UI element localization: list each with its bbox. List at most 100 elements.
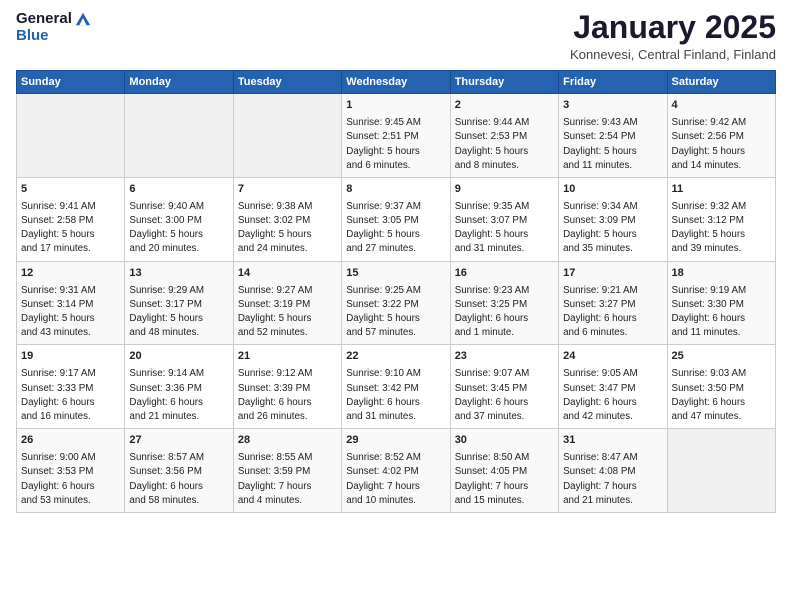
col-header-thursday: Thursday	[450, 71, 558, 94]
day-detail: Sunrise: 9:12 AM Sunset: 3:39 PM Dayligh…	[238, 367, 337, 424]
day-detail: Sunrise: 9:40 AM Sunset: 3:00 PM Dayligh…	[129, 200, 228, 257]
day-number: 10	[563, 182, 662, 198]
calendar-header-row: SundayMondayTuesdayWednesdayThursdayFrid…	[17, 71, 776, 94]
col-header-tuesday: Tuesday	[233, 71, 341, 94]
day-detail: Sunrise: 9:00 AM Sunset: 3:53 PM Dayligh…	[21, 451, 120, 508]
calendar-week-2: 5Sunrise: 9:41 AM Sunset: 2:58 PM Daylig…	[17, 177, 776, 261]
calendar-cell: 12Sunrise: 9:31 AM Sunset: 3:14 PM Dayli…	[17, 261, 125, 345]
day-detail: Sunrise: 8:57 AM Sunset: 3:56 PM Dayligh…	[129, 451, 228, 508]
calendar-cell	[233, 94, 341, 178]
calendar-cell	[125, 94, 233, 178]
calendar-cell: 19 Sunrise: 9:17 AM Sunset: 3:33 PM Dayli…	[17, 345, 125, 429]
day-detail: Sunrise: 9:03 AM Sunset: 3:50 PM Dayligh…	[672, 367, 771, 424]
calendar-cell: 30 Sunrise: 8:50 AM Sunset: 4:05 PM Dayli…	[450, 429, 558, 513]
calendar-cell: 21 Sunrise: 9:12 AM Sunset: 3:39 PM Dayli…	[233, 345, 341, 429]
calendar-cell: 26 Sunrise: 9:00 AM Sunset: 3:53 PM Dayli…	[17, 429, 125, 513]
day-detail: Sunrise: 8:55 AM Sunset: 3:59 PM Dayligh…	[238, 451, 337, 508]
day-detail: Sunrise: 9:07 AM Sunset: 3:45 PM Dayligh…	[455, 367, 554, 424]
day-detail: Sunrise: 9:45 AM Sunset: 2:51 PM Dayligh…	[346, 116, 445, 173]
calendar-cell: 8 Sunrise: 9:37 AM Sunset: 3:05 PM Daylig…	[342, 177, 450, 261]
day-number: 3	[563, 98, 662, 114]
calendar-cell: 6 Sunrise: 9:40 AM Sunset: 3:00 PM Daylig…	[125, 177, 233, 261]
day-detail: Sunrise: 9:17 AM Sunset: 3:33 PM Dayligh…	[21, 367, 120, 424]
day-number: 25	[672, 349, 771, 365]
day-number: 30	[455, 433, 554, 449]
day-number: 17	[563, 266, 662, 282]
title-location: Konnevesi, Central Finland, Finland	[570, 47, 776, 62]
day-number: 26	[21, 433, 120, 449]
calendar-cell: 10 Sunrise: 9:34 AM Sunset: 3:09 PM Dayli…	[559, 177, 667, 261]
calendar-cell: 23 Sunrise: 9:07 AM Sunset: 3:45 PM Dayli…	[450, 345, 558, 429]
page: General Blue January 2025 Konnevesi, Cen…	[0, 0, 792, 612]
calendar-cell: 3 Sunrise: 9:43 AM Sunset: 2:54 PM Daylig…	[559, 94, 667, 178]
day-detail: Sunrise: 9:25 AM Sunset: 3:22 PM Dayligh…	[346, 284, 445, 341]
logo-blue: Blue	[16, 28, 49, 45]
day-detail: Sunrise: 9:44 AM Sunset: 2:53 PM Dayligh…	[455, 116, 554, 173]
day-number: 11	[672, 182, 771, 198]
calendar-week-4: 19 Sunrise: 9:17 AM Sunset: 3:33 PM Dayli…	[17, 345, 776, 429]
day-detail: Sunrise: 9:35 AM Sunset: 3:07 PM Dayligh…	[455, 200, 554, 257]
day-number: 2	[455, 98, 554, 114]
calendar-cell: 20Sunrise: 9:14 AM Sunset: 3:36 PM Dayli…	[125, 345, 233, 429]
calendar-cell: 29 Sunrise: 8:52 AM Sunset: 4:02 PM Dayli…	[342, 429, 450, 513]
day-detail: Sunrise: 9:43 AM Sunset: 2:54 PM Dayligh…	[563, 116, 662, 173]
day-detail: Sunrise: 9:37 AM Sunset: 3:05 PM Dayligh…	[346, 200, 445, 257]
day-number: 24	[563, 349, 662, 365]
calendar-cell: 15 Sunrise: 9:25 AM Sunset: 3:22 PM Dayli…	[342, 261, 450, 345]
logo: General Blue	[16, 10, 92, 45]
day-number: 15	[346, 266, 445, 282]
calendar-cell: 27 Sunrise: 8:57 AM Sunset: 3:56 PM Dayli…	[125, 429, 233, 513]
day-detail: Sunrise: 9:21 AM Sunset: 3:27 PM Dayligh…	[563, 284, 662, 341]
calendar-cell: 1Sunrise: 9:45 AM Sunset: 2:51 PM Daylig…	[342, 94, 450, 178]
logo-icon	[74, 10, 92, 28]
calendar-cell: 25 Sunrise: 9:03 AM Sunset: 3:50 PM Dayli…	[667, 345, 775, 429]
calendar-week-1: 1Sunrise: 9:45 AM Sunset: 2:51 PM Daylig…	[17, 94, 776, 178]
calendar-table: SundayMondayTuesdayWednesdayThursdayFrid…	[16, 70, 776, 513]
day-detail: Sunrise: 9:42 AM Sunset: 2:56 PM Dayligh…	[672, 116, 771, 173]
day-number: 19	[21, 349, 120, 365]
day-detail: Sunrise: 8:50 AM Sunset: 4:05 PM Dayligh…	[455, 451, 554, 508]
calendar-cell: 31Sunrise: 8:47 AM Sunset: 4:08 PM Dayli…	[559, 429, 667, 513]
day-detail: Sunrise: 9:14 AM Sunset: 3:36 PM Dayligh…	[129, 367, 228, 424]
calendar-cell: 24Sunrise: 9:05 AM Sunset: 3:47 PM Dayli…	[559, 345, 667, 429]
calendar-cell: 22Sunrise: 9:10 AM Sunset: 3:42 PM Dayli…	[342, 345, 450, 429]
col-header-friday: Friday	[559, 71, 667, 94]
day-detail: Sunrise: 9:19 AM Sunset: 3:30 PM Dayligh…	[672, 284, 771, 341]
calendar-cell	[17, 94, 125, 178]
day-number: 8	[346, 182, 445, 198]
day-number: 23	[455, 349, 554, 365]
col-header-saturday: Saturday	[667, 71, 775, 94]
day-number: 16	[455, 266, 554, 282]
day-number: 27	[129, 433, 228, 449]
day-number: 12	[21, 266, 120, 282]
col-header-sunday: Sunday	[17, 71, 125, 94]
calendar-cell: 17 Sunrise: 9:21 AM Sunset: 3:27 PM Dayli…	[559, 261, 667, 345]
calendar-cell	[667, 429, 775, 513]
day-detail: Sunrise: 9:38 AM Sunset: 3:02 PM Dayligh…	[238, 200, 337, 257]
day-detail: Sunrise: 8:52 AM Sunset: 4:02 PM Dayligh…	[346, 451, 445, 508]
day-number: 29	[346, 433, 445, 449]
day-number: 6	[129, 182, 228, 198]
calendar-cell: 13Sunrise: 9:29 AM Sunset: 3:17 PM Dayli…	[125, 261, 233, 345]
logo-general: General	[16, 11, 72, 28]
day-detail: Sunrise: 9:41 AM Sunset: 2:58 PM Dayligh…	[21, 200, 120, 257]
calendar-week-5: 26 Sunrise: 9:00 AM Sunset: 3:53 PM Dayli…	[17, 429, 776, 513]
day-number: 13	[129, 266, 228, 282]
calendar-cell: 2 Sunrise: 9:44 AM Sunset: 2:53 PM Daylig…	[450, 94, 558, 178]
title-month: January 2025	[570, 10, 776, 45]
calendar-cell: 16 Sunrise: 9:23 AM Sunset: 3:25 PM Dayli…	[450, 261, 558, 345]
calendar-cell: 28 Sunrise: 8:55 AM Sunset: 3:59 PM Dayli…	[233, 429, 341, 513]
day-detail: Sunrise: 9:34 AM Sunset: 3:09 PM Dayligh…	[563, 200, 662, 257]
day-number: 7	[238, 182, 337, 198]
day-detail: Sunrise: 9:23 AM Sunset: 3:25 PM Dayligh…	[455, 284, 554, 341]
day-detail: Sunrise: 9:27 AM Sunset: 3:19 PM Dayligh…	[238, 284, 337, 341]
calendar-cell: 14Sunrise: 9:27 AM Sunset: 3:19 PM Dayli…	[233, 261, 341, 345]
calendar-cell: 9Sunrise: 9:35 AM Sunset: 3:07 PM Daylig…	[450, 177, 558, 261]
day-number: 28	[238, 433, 337, 449]
day-number: 21	[238, 349, 337, 365]
day-number: 4	[672, 98, 771, 114]
calendar-cell: 11Sunrise: 9:32 AM Sunset: 3:12 PM Dayli…	[667, 177, 775, 261]
calendar-cell: 18Sunrise: 9:19 AM Sunset: 3:30 PM Dayli…	[667, 261, 775, 345]
day-number: 22	[346, 349, 445, 365]
col-header-wednesday: Wednesday	[342, 71, 450, 94]
